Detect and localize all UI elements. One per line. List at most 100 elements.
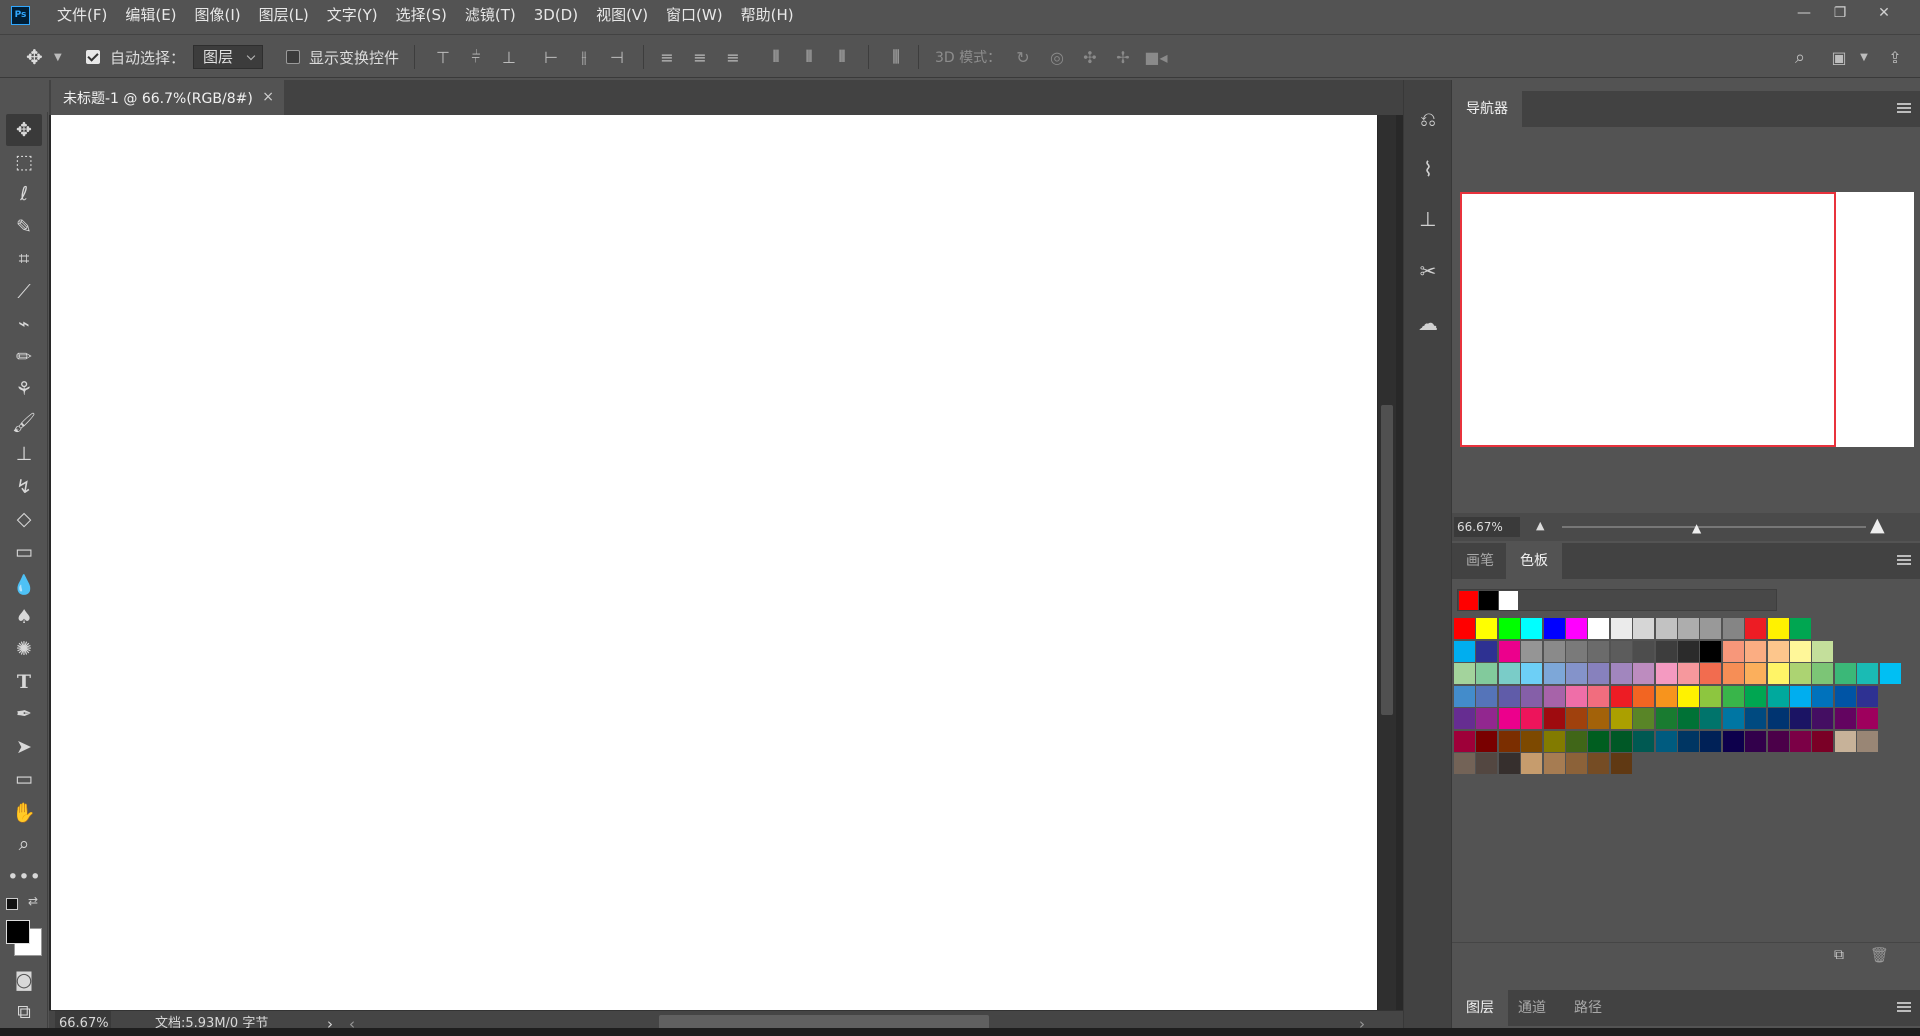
color-swatch[interactable] [1722,640,1744,662]
distribute-hcenter-icon[interactable]: ⦀ [798,35,820,79]
color-swatch[interactable] [1790,618,1811,639]
color-swatch[interactable] [1454,753,1475,774]
color-swatch[interactable] [1521,730,1543,752]
history-brush-tool-icon[interactable]: ↯ [6,471,42,503]
tab-navigator[interactable]: 导航器 [1452,91,1522,127]
navigator-zoom-value[interactable]: 66.67% [1454,517,1520,537]
history-panel-icon[interactable]: ⎌ [1408,98,1448,140]
menu-item[interactable]: 帮助(H) [732,0,803,30]
color-swatch[interactable] [1588,640,1610,662]
color-swatch[interactable] [1476,708,1498,729]
panel-menu-icon[interactable] [1897,103,1911,113]
color-swatch[interactable] [1790,640,1811,662]
color-swatch[interactable] [1812,640,1834,662]
restore-button[interactable]: ❐ [1823,0,1857,28]
color-swatch[interactable] [1588,753,1610,774]
color-swatch[interactable] [1812,708,1834,729]
eyedropper-tool-icon[interactable]: ⟋ [6,276,42,308]
color-swatch[interactable] [1566,730,1587,752]
color-swatch[interactable] [1834,708,1856,729]
share-icon[interactable]: ⇪ [1884,35,1906,79]
color-swatch[interactable] [1543,753,1565,774]
clone-source-icon[interactable]: ⊥ [1408,198,1448,240]
color-swatch[interactable] [1655,685,1677,707]
3d-rotate-icon[interactable]: ↻ [1012,35,1034,79]
color-swatch[interactable] [1834,663,1856,684]
color-swatch[interactable] [1566,708,1587,729]
color-swatch[interactable] [1566,640,1587,662]
workspace-chevron-icon[interactable]: ▼ [1853,35,1875,79]
color-swatch[interactable] [1543,640,1565,662]
color-swatch[interactable] [1454,618,1475,639]
sponge-tool-icon[interactable]: ✺ [6,633,42,665]
zoom-in-icon[interactable]: ▲ [1870,514,1885,536]
color-swatch[interactable] [1857,730,1879,752]
screen-mode-icon[interactable]: ⧉ [6,996,42,1028]
color-swatch[interactable] [1498,685,1520,707]
vertical-scroll-thumb[interactable] [1381,405,1393,715]
zoom-slider-track[interactable] [1562,526,1866,528]
color-swatch[interactable] [1745,663,1767,684]
menu-item[interactable]: 图像(I) [186,0,250,30]
color-swatch[interactable] [1498,640,1520,662]
color-swatch[interactable] [1722,618,1744,639]
distribute-vcenter-icon[interactable]: ≡ [689,35,711,79]
color-swatch[interactable] [1498,663,1520,684]
search-icon[interactable]: ⌕ [1789,35,1811,79]
3d-camera-icon[interactable]: ■◂ [1144,35,1167,79]
close-tab-icon[interactable]: × [262,89,274,105]
navigator-view-box[interactable] [1460,192,1836,447]
color-swatch[interactable] [1633,730,1655,752]
distribute-bottom-icon[interactable]: ≡ [722,35,744,79]
color-swatch[interactable] [1498,618,1520,639]
pencil-tool-icon[interactable]: ✏ [6,341,42,373]
color-swatch[interactable] [1722,663,1744,684]
color-swatch[interactable] [1790,730,1811,752]
color-swatch[interactable] [1678,730,1699,752]
quick-select-tool-icon[interactable]: ✎ [6,211,42,243]
color-swatch[interactable] [1633,640,1655,662]
color-swatch[interactable] [1588,730,1610,752]
color-swatch[interactable] [1588,618,1610,639]
color-swatch[interactable] [1655,663,1677,684]
color-swatch[interactable] [1633,685,1655,707]
tab-paths[interactable]: 路径 [1560,990,1616,1026]
color-swatch[interactable] [1566,685,1587,707]
tab-channels[interactable]: 通道 [1504,990,1560,1026]
lasso-tool-icon[interactable]: ℓ [6,178,42,210]
tab-layers[interactable]: 图层 [1452,990,1508,1026]
distribute-left-icon[interactable]: ⦀ [765,35,787,79]
minimize-button[interactable]: — [1787,0,1821,28]
workspace-icon[interactable]: ▣ [1828,35,1850,79]
menu-item[interactable]: 滤镜(T) [456,0,525,30]
color-swatch[interactable] [1655,618,1677,639]
color-swatch[interactable] [1745,708,1767,729]
clone-tool-icon[interactable]: ⚘ [6,373,42,405]
color-swatch[interactable] [1767,640,1789,662]
foreground-color-swatch[interactable] [6,920,30,944]
color-swatch[interactable] [1678,685,1699,707]
color-swatch[interactable] [1521,663,1543,684]
show-transform-checkbox[interactable] [286,35,300,79]
color-swatch[interactable] [1476,753,1498,774]
color-swatch[interactable] [1700,663,1722,684]
color-swatch[interactable] [1767,708,1789,729]
menu-item[interactable]: 3D(D) [525,0,587,30]
color-swatch[interactable] [1790,708,1811,729]
3d-drag-icon[interactable]: ✣ [1079,35,1101,79]
color-swatch[interactable] [1521,708,1543,729]
color-swatch[interactable] [1812,663,1834,684]
color-swatch[interactable] [1476,663,1498,684]
color-swatch[interactable] [1745,618,1767,639]
menu-item[interactable]: 文件(F) [48,0,116,30]
color-swatch[interactable] [1700,618,1722,639]
color-swatch[interactable] [1588,663,1610,684]
color-swatch[interactable] [1610,663,1632,684]
align-bottom-icon[interactable]: ⊥ [498,35,520,79]
color-swatch[interactable] [1633,663,1655,684]
color-swatch[interactable] [1476,685,1498,707]
swap-colors-icon[interactable]: ⇄ [28,894,38,908]
align-right-icon[interactable]: ⊣ [606,35,628,79]
color-swatch[interactable] [1655,708,1677,729]
brush-settings-icon[interactable]: ⌇ [1408,148,1448,190]
